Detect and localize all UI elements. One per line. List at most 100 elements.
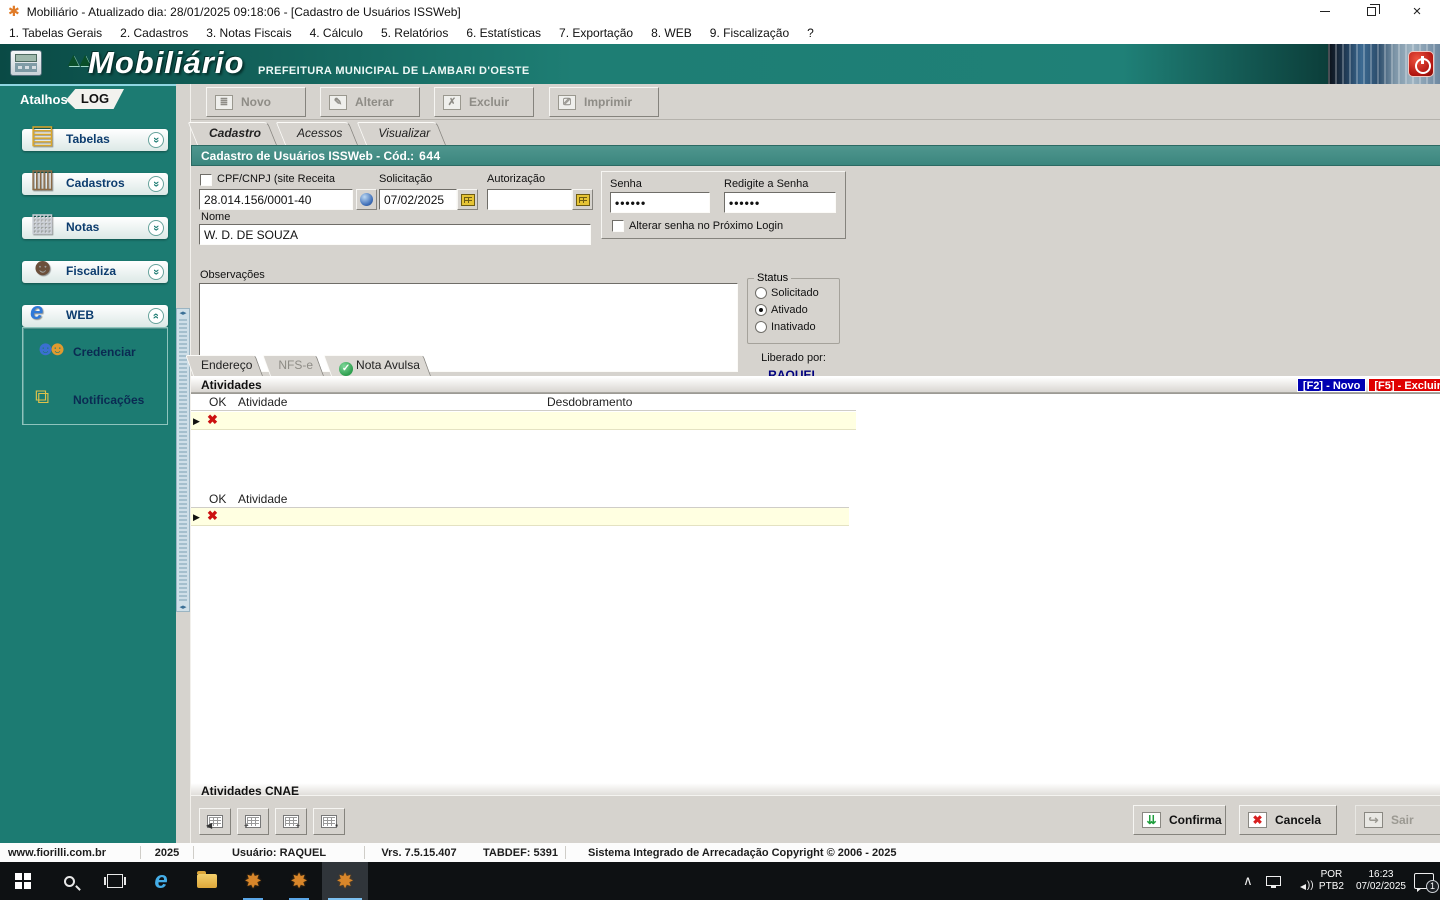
menu-tabelas-gerais[interactable]: 1. Tabelas Gerais bbox=[0, 23, 111, 44]
sidebar-item-notas[interactable]: ▦ Notas » bbox=[22, 217, 168, 239]
windows-logo-icon bbox=[15, 873, 31, 889]
novo-button[interactable]: ≣ Novo bbox=[206, 87, 306, 117]
grid-nav-button-1[interactable]: ◀ bbox=[199, 808, 231, 835]
cancela-button[interactable]: ✖ Cancela bbox=[1239, 805, 1337, 835]
power-off-button[interactable] bbox=[1408, 51, 1434, 77]
section-header: Cadastro de Usuários ISSWeb - Cód.:644 bbox=[191, 145, 1440, 166]
menu-relatorios[interactable]: 5. Relatórios bbox=[372, 23, 457, 44]
nome-input[interactable] bbox=[199, 224, 591, 245]
autorizacao-calendar-button[interactable] bbox=[572, 189, 593, 210]
main-tabstrip: Cadastro Acessos Visualizar bbox=[197, 122, 454, 145]
splitter-arrows-bottom-icon[interactable]: ◂▸ bbox=[179, 603, 186, 611]
red-x-icon: ✖ bbox=[207, 412, 218, 428]
menu-web[interactable]: 8. WEB bbox=[642, 23, 701, 44]
excluir-button[interactable]: ✗ Excluir bbox=[434, 87, 534, 117]
tray-chevron-up-icon[interactable]: ∧ bbox=[1237, 873, 1259, 889]
sidebar-item-notificacoes[interactable]: ⧉ Notificações bbox=[23, 384, 169, 418]
sidebar-item-cadastros[interactable]: ▥ Cadastros » bbox=[22, 173, 168, 195]
credential-people-icon2: ☻ bbox=[47, 338, 68, 361]
close-button[interactable]: × bbox=[1394, 0, 1440, 23]
content-area: ≣ Novo ✎ Alterar ✗ Excluir ⎚ Imprimir bbox=[190, 84, 1440, 843]
chevron-down-icon[interactable]: » bbox=[148, 220, 164, 236]
sidebar-item-fiscaliza[interactable]: ☻ Fiscaliza » bbox=[22, 261, 168, 283]
tab-visualizar[interactable]: Visualizar bbox=[366, 122, 454, 145]
user-form: CPF/CNPJ (site Receita Solicitação Autor… bbox=[191, 166, 1440, 355]
radio-inativado-label: Inativado bbox=[771, 321, 816, 333]
minimize-button[interactable] bbox=[1302, 0, 1348, 23]
receita-globe-button[interactable] bbox=[356, 189, 377, 210]
confirma-button[interactable]: ⇊ Confirma bbox=[1133, 805, 1226, 835]
taskbar-search-button[interactable] bbox=[46, 862, 92, 900]
splitter-arrows-top-icon[interactable]: ◂▸ bbox=[179, 309, 186, 317]
f5-excluir-badge: [F5] - Excluir bbox=[1368, 378, 1440, 392]
taskbar-explorer-button[interactable] bbox=[184, 862, 230, 900]
autorizacao-input[interactable] bbox=[487, 189, 572, 210]
subtab-endereco[interactable]: Endereço bbox=[193, 355, 270, 376]
red-x-icon: ✖ bbox=[207, 508, 218, 524]
sub-tabstrip: Endereço NFS-e ✓Nota Avulsa bbox=[193, 355, 438, 376]
clock[interactable]: 16:23 07/02/2025 bbox=[1352, 869, 1410, 893]
tab-cadastro[interactable]: Cadastro bbox=[197, 122, 285, 145]
sidebar-item-credenciar[interactable]: ☻ ☻ Credenciar bbox=[23, 336, 169, 370]
menu-notas-fiscais[interactable]: 3. Notas Fiscais bbox=[197, 23, 300, 44]
radio-ativado[interactable] bbox=[755, 304, 767, 316]
clock-date: 07/02/2025 bbox=[1356, 881, 1406, 893]
sidebar-item-web[interactable]: e WEB » bbox=[22, 305, 168, 327]
alterar-senha-checkbox[interactable] bbox=[612, 220, 624, 232]
menu-fiscalizacao[interactable]: 9. Fiscalização bbox=[701, 23, 798, 44]
password-panel: Senha Redigite a Senha Alterar senha no … bbox=[601, 171, 846, 239]
action-center-button[interactable]: 1 bbox=[1414, 873, 1434, 889]
task-view-button[interactable] bbox=[92, 862, 138, 900]
chevron-down-icon[interactable]: » bbox=[148, 132, 164, 148]
inspector-person-icon: ☻ bbox=[30, 253, 55, 283]
subtab-nota-avulsa[interactable]: ✓Nota Avulsa bbox=[331, 355, 438, 376]
internet-explorer-icon: e bbox=[154, 869, 167, 893]
minimize-icon bbox=[1320, 11, 1330, 12]
log-tab[interactable]: LOG bbox=[66, 89, 124, 109]
menu-exportacao[interactable]: 7. Exportação bbox=[550, 23, 642, 44]
sidebar-splitter[interactable]: ◂▸ ◂▸ bbox=[176, 308, 190, 612]
atividades-grid-row[interactable]: ▶ ✖ bbox=[191, 412, 856, 430]
chevron-down-icon[interactable]: » bbox=[148, 264, 164, 280]
grid-nav-button-4[interactable]: ▪ bbox=[313, 808, 345, 835]
restore-button[interactable] bbox=[1348, 0, 1394, 23]
sidebar-item-tabelas[interactable]: ▤ Tabelas » bbox=[22, 129, 168, 151]
radio-inativado[interactable] bbox=[755, 321, 767, 333]
start-button[interactable] bbox=[0, 862, 46, 900]
menu-calculo[interactable]: 4. Cálculo bbox=[301, 23, 372, 44]
radio-solicitado[interactable] bbox=[755, 287, 767, 299]
calendar-icon bbox=[461, 194, 475, 206]
grid-nav-button-3[interactable]: + bbox=[275, 808, 307, 835]
network-icon[interactable] bbox=[1263, 874, 1285, 889]
tab-acessos[interactable]: Acessos bbox=[285, 122, 366, 145]
taskbar-app1-button[interactable]: ✸ bbox=[230, 862, 276, 900]
tables-icon: ▤ bbox=[30, 119, 55, 149]
grid-nav-button-2[interactable]: + bbox=[237, 808, 269, 835]
taskbar-app3-button-active[interactable]: ✸ bbox=[322, 862, 368, 900]
language-indicator[interactable]: POR PTB2 bbox=[1315, 869, 1348, 893]
senha-input[interactable] bbox=[610, 192, 710, 213]
solicitacao-input[interactable] bbox=[379, 189, 457, 210]
chevron-up-icon[interactable]: » bbox=[148, 308, 164, 324]
taskbar-app2-button[interactable]: ✸ bbox=[276, 862, 322, 900]
solicitacao-calendar-button[interactable] bbox=[457, 189, 478, 210]
menu-estatisticas[interactable]: 6. Estatísticas bbox=[457, 23, 550, 44]
cnae-grid-row[interactable]: ▶ ✖ bbox=[191, 508, 849, 526]
taskbar-ie-button[interactable]: e bbox=[138, 862, 184, 900]
subtab-nfse[interactable]: NFS-e bbox=[270, 355, 331, 376]
sair-button[interactable]: ↪ Sair bbox=[1355, 805, 1440, 835]
monitor-glyph bbox=[1266, 876, 1281, 886]
chevron-down-icon[interactable]: » bbox=[148, 176, 164, 192]
status-bar: www.fiorilli.com.br 2025 Usuário: RAQUEL… bbox=[0, 843, 1440, 862]
sidebar-item-label: Notificações bbox=[73, 393, 144, 407]
calendar-icon bbox=[576, 194, 590, 206]
redigite-input[interactable] bbox=[724, 192, 836, 213]
imprimir-button[interactable]: ⎚ Imprimir bbox=[549, 87, 659, 117]
menu-cadastros[interactable]: 2. Cadastros bbox=[111, 23, 197, 44]
cpf-input[interactable] bbox=[199, 189, 353, 210]
notification-badge: 1 bbox=[1426, 880, 1439, 893]
cpf-checkbox[interactable] bbox=[200, 174, 212, 186]
menu-help[interactable]: ? bbox=[798, 23, 823, 44]
solicitacao-label: Solicitação bbox=[379, 173, 432, 185]
alterar-button[interactable]: ✎ Alterar bbox=[320, 87, 420, 117]
